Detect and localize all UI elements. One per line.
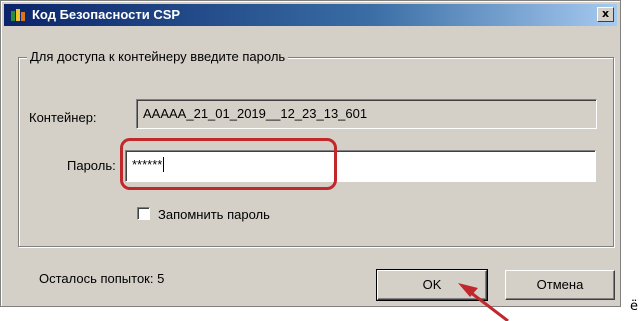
pointer-arrow-annotation	[458, 283, 509, 321]
stray-character: ё	[630, 299, 638, 314]
